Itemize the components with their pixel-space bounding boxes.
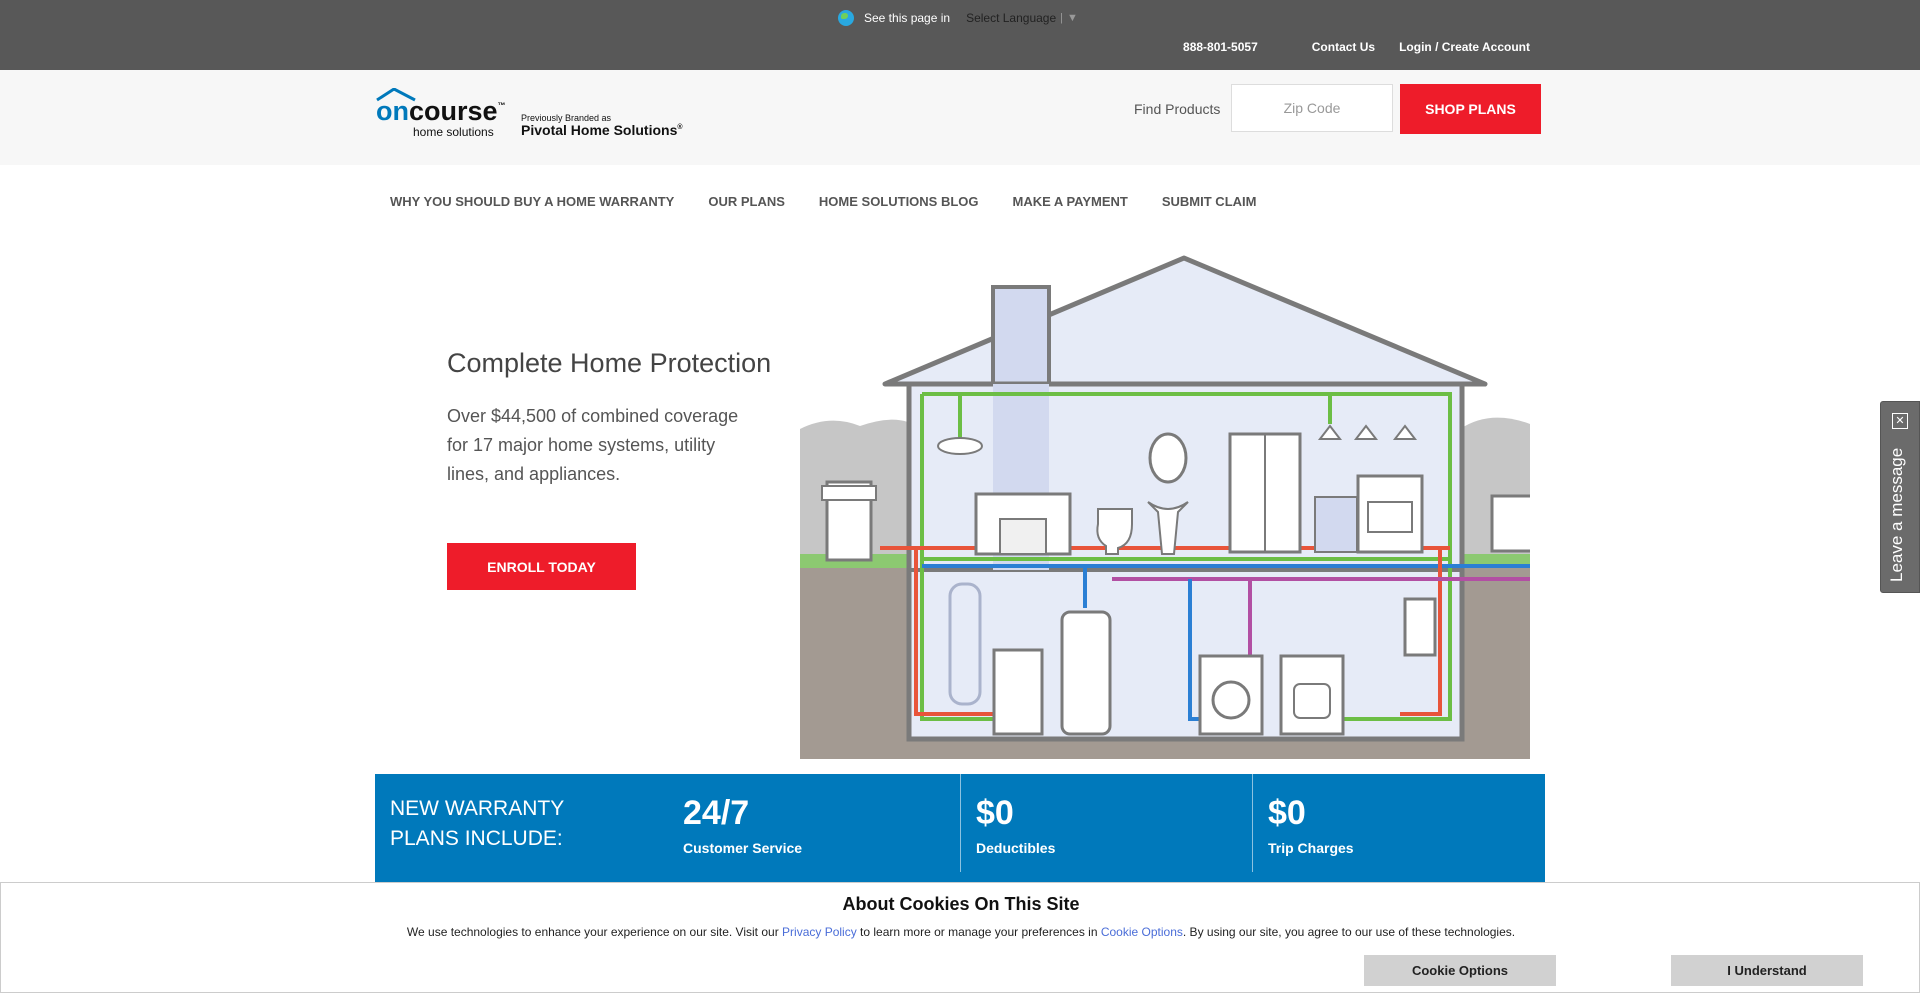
phone-link[interactable]: 888-801-5057 (1183, 40, 1258, 54)
logo-brand-on: on (376, 96, 409, 126)
benefit-label: Customer Service (683, 840, 803, 856)
shop-plans-button[interactable]: SHOP PLANS (1400, 84, 1541, 134)
benefit-value: $0 (1268, 794, 1306, 832)
benefit-value: $0 (976, 794, 1014, 832)
logo-previous-brand: Pivotal Home Solutions (521, 122, 678, 138)
svg-text:Pivotal Home Solutions®: Pivotal Home Solutions® (521, 122, 683, 138)
language-divider: | (1060, 12, 1063, 24)
top-bar: See this page in Select Language | ▼ 888… (0, 0, 1920, 70)
logo-brand-course: course (409, 96, 498, 126)
language-prefix: See this page in (864, 11, 951, 25)
benefits-title: NEW WARRANTY PLANS INCLUDE: (390, 797, 564, 850)
enroll-today-button[interactable]: ENROLL TODAY (447, 543, 636, 590)
cookie-banner: About Cookies On This Site We use techno… (0, 882, 1920, 993)
logo-previous-trademark: ® (677, 123, 683, 131)
logo-trademark: ™ (498, 101, 506, 110)
accept-cookies-button[interactable]: I Understand (1671, 955, 1863, 986)
find-products-label: Find Products (1134, 101, 1221, 117)
chevron-down-icon[interactable]: ▼ (1067, 12, 1078, 24)
cookie-text-part-1: We use technologies to enhance your expe… (406, 925, 783, 939)
warranty-benefits-band: NEW WARRANTY PLANS INCLUDE: 24/7 Custome… (375, 774, 1545, 882)
benefit-customer-service: 24/7 Customer Service (668, 774, 960, 872)
cookie-text: We use technologies to enhance your expe… (1, 925, 1920, 939)
benefit-label: Deductibles (976, 840, 1056, 856)
benefit-deductibles: $0 Deductibles (960, 774, 1253, 872)
nav-item-make-payment[interactable]: MAKE A PAYMENT (1013, 194, 1128, 209)
cookie-title: About Cookies On This Site (842, 894, 1080, 914)
site-header: oncourse™ home solutions Previously Bran… (0, 70, 1920, 165)
benefit-trip-charges: $0 Trip Charges (1252, 774, 1545, 872)
cookie-text-part-2: to learn more or manage your preferences… (856, 925, 1101, 939)
globe-icon (838, 10, 854, 26)
cookie-options-button[interactable]: Cookie Options (1364, 955, 1556, 986)
oncourse-logo[interactable]: oncourse™ home solutions Previously Bran… (375, 88, 685, 140)
logo-subtitle: home solutions (413, 125, 494, 139)
language-selector[interactable]: See this page in Select Language | ▼ (838, 8, 1078, 28)
hero-description: Over $44,500 of combined coverage for 17… (447, 406, 739, 484)
nav-item-why-buy[interactable]: WHY YOU SHOULD BUY A HOME WARRANTY (390, 194, 674, 209)
cookie-options-link[interactable]: Cookie Options (1101, 925, 1183, 939)
privacy-policy-link[interactable]: Privacy Policy (782, 925, 857, 939)
zip-code-input[interactable] (1231, 84, 1393, 132)
contact-us-link[interactable]: Contact Us (1312, 40, 1375, 54)
house-illustration (800, 255, 1530, 759)
main-nav: WHY YOU SHOULD BUY A HOME WARRANTY OUR P… (390, 194, 1290, 209)
leave-message-tab[interactable]: ✕ Leave a message (1880, 401, 1920, 593)
nav-item-our-plans[interactable]: OUR PLANS (708, 194, 785, 209)
hero-title: Complete Home Protection (447, 348, 772, 378)
login-link[interactable]: Login / Create Account (1399, 40, 1530, 54)
nav-item-submit-claim[interactable]: SUBMIT CLAIM (1162, 194, 1257, 209)
nav-item-blog[interactable]: HOME SOLUTIONS BLOG (819, 194, 979, 209)
svg-text:oncourse™: oncourse™ (376, 96, 506, 126)
language-select[interactable]: Select Language (966, 11, 1056, 25)
cookie-text-part-3: . By using our site, you agree to our us… (1182, 925, 1516, 939)
close-icon[interactable]: ✕ (1892, 413, 1908, 429)
leave-message-label: Leave a message (1887, 447, 1906, 582)
utility-links: 888-801-5057 Contact Us Login / Create A… (1129, 40, 1530, 54)
benefit-label: Trip Charges (1268, 840, 1354, 856)
benefit-value: 24/7 (683, 794, 750, 832)
